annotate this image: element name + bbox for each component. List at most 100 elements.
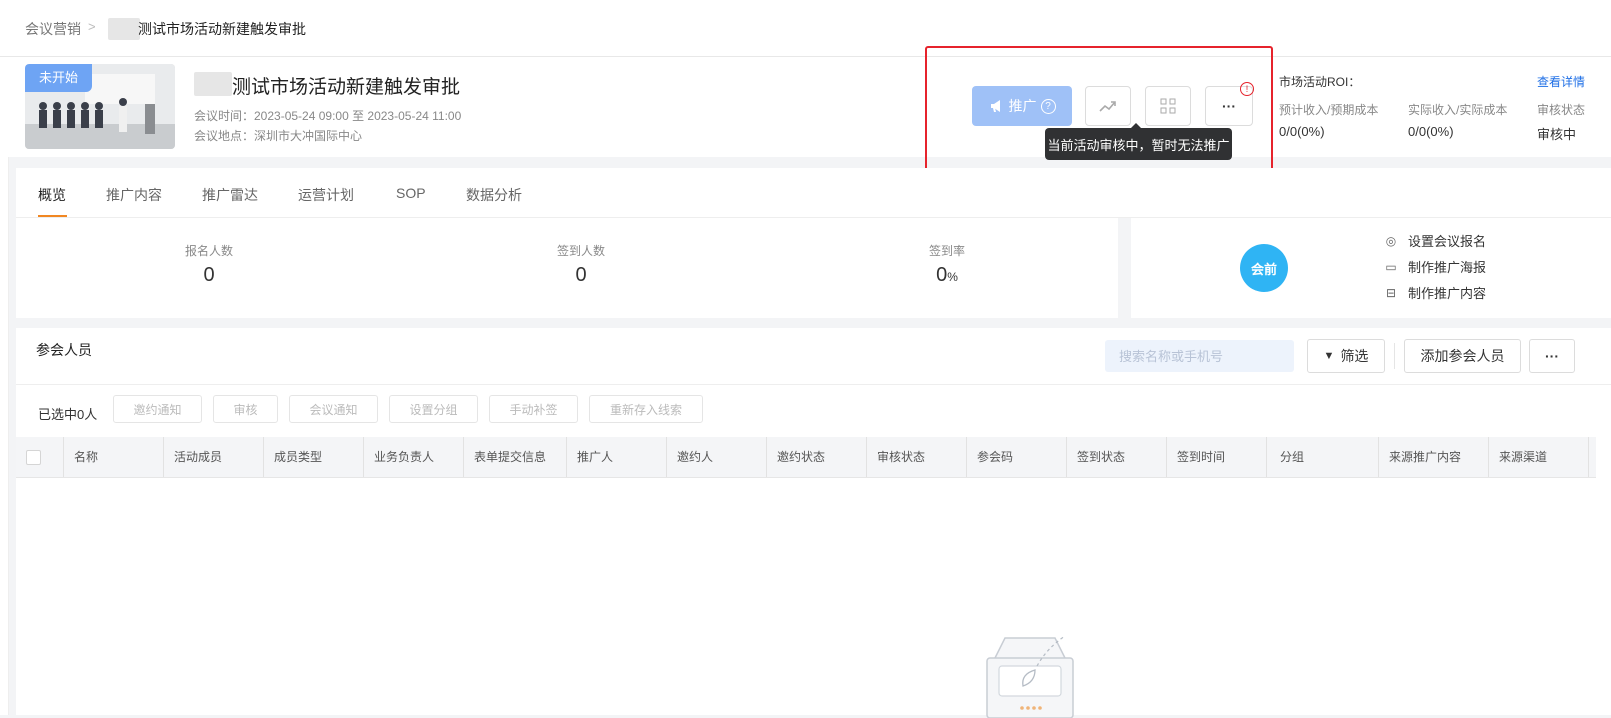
col-audit-status[interactable]: 审核状态 <box>877 448 925 465</box>
column-divider <box>1166 437 1167 477</box>
col-invite-status[interactable]: 邀约状态 <box>777 448 825 465</box>
roi-label-expected: 预计收入/预期成本 <box>1279 103 1379 117</box>
resave-leads-button[interactable]: 重新存入线索 <box>589 395 703 423</box>
gear-icon: ◎ <box>1385 233 1397 248</box>
participants-panel <box>16 328 1611 715</box>
meeting-notice-button[interactable]: 会议通知 <box>289 395 378 423</box>
event-title: 测试市场活动新建触发审批 <box>232 77 461 98</box>
col-owner[interactable]: 业务负责人 <box>374 448 434 465</box>
filter-label: 筛选 <box>1340 348 1369 364</box>
invite-notice-button[interactable]: 邀约通知 <box>113 395 202 423</box>
section-divider <box>16 384 1611 385</box>
inbox-icon: ⊟ <box>1385 285 1397 300</box>
col-source-channel[interactable]: 来源渠道 <box>1499 448 1547 465</box>
event-cover-image: 未开始 <box>25 64 175 149</box>
qrcode-icon <box>1160 98 1176 114</box>
stat-rate-number: 0 <box>936 264 948 286</box>
filter-icon: ▼ <box>1323 350 1335 362</box>
select-all-checkbox[interactable] <box>26 450 41 465</box>
image-icon: ▭ <box>1385 259 1397 274</box>
megaphone-icon <box>990 100 1000 112</box>
alert-icon: ! <box>1240 82 1254 96</box>
column-divider <box>63 437 64 477</box>
roi-value-audit: 审核中 <box>1537 127 1577 142</box>
make-content-label: 制作推广内容 <box>1408 286 1487 301</box>
participants-more-button[interactable]: ··· <box>1529 339 1575 373</box>
setup-registration-label: 设置会议报名 <box>1408 234 1487 249</box>
col-group[interactable]: 分组 <box>1280 448 1304 465</box>
empty-box-icon <box>986 635 1074 718</box>
tab-ops-plan[interactable]: 运营计划 <box>298 185 354 205</box>
manual-checkin-button[interactable]: 手动补签 <box>489 395 578 423</box>
col-promoter[interactable]: 推广人 <box>577 448 613 465</box>
add-participant-button[interactable]: 添加参会人员 <box>1404 339 1521 373</box>
phase-circle: 会前 <box>1240 244 1288 292</box>
col-activity-member[interactable]: 活动成员 <box>174 448 222 465</box>
col-attend-code[interactable]: 参会码 <box>977 448 1013 465</box>
toolbar-divider <box>1394 343 1395 369</box>
col-member-type[interactable]: 成员类型 <box>274 448 322 465</box>
column-divider <box>1588 437 1589 477</box>
roi-title: 市场活动ROI： <box>1279 75 1361 89</box>
make-poster-item[interactable]: ▭ 制作推广海报 <box>1384 257 1486 276</box>
promote-button-label: 推广 <box>1008 98 1037 114</box>
column-divider <box>1378 437 1379 477</box>
chevron-right-icon: > <box>88 19 96 34</box>
column-divider <box>966 437 967 477</box>
column-divider <box>1266 437 1267 477</box>
col-inviter[interactable]: 邀约人 <box>677 448 713 465</box>
col-source-content[interactable]: 来源推广内容 <box>1389 448 1461 465</box>
set-group-button[interactable]: 设置分组 <box>389 395 478 423</box>
col-checkin-status[interactable]: 签到状态 <box>1077 448 1125 465</box>
column-divider <box>566 437 567 477</box>
event-time: 会议时间：2023-05-24 09:00 至 2023-05-24 11:00 <box>194 109 462 123</box>
setup-registration-item[interactable]: ◎ 设置会议报名 <box>1384 231 1486 250</box>
stat-label-registered: 报名人数 <box>184 244 233 258</box>
stat-label-rate: 签到率 <box>928 244 965 258</box>
tab-overview[interactable]: 概览 <box>38 185 66 205</box>
participants-title: 参会人员 <box>36 342 92 358</box>
filter-button[interactable]: ▼ 筛选 <box>1307 339 1385 373</box>
breadcrumb-root[interactable]: 会议营销 <box>25 19 81 39</box>
redacted-block <box>108 18 140 40</box>
column-divider <box>1066 437 1067 477</box>
table-right-edge <box>1596 437 1611 715</box>
roi-label-audit: 审核状态 <box>1537 103 1586 117</box>
breadcrumb-current: 测试市场活动新建触发审批 <box>138 21 306 37</box>
column-divider <box>666 437 667 477</box>
tab-sop[interactable]: SOP <box>396 185 426 201</box>
tab-data-analysis[interactable]: 数据分析 <box>466 185 522 205</box>
col-form-info[interactable]: 表单提交信息 <box>474 448 546 465</box>
audit-button[interactable]: 审核 <box>213 395 278 423</box>
help-icon[interactable]: ? <box>1040 98 1056 114</box>
col-name[interactable]: 名称 <box>74 448 98 465</box>
view-details-link[interactable]: 查看详情 <box>1537 73 1585 90</box>
phase-panel <box>1131 218 1611 318</box>
column-divider <box>866 437 867 477</box>
column-divider <box>1488 437 1489 477</box>
stat-value-checked-in: 0 <box>575 264 587 286</box>
analytics-button[interactable] <box>1085 86 1131 126</box>
tab-promo-radar[interactable]: 推广雷达 <box>202 185 258 205</box>
column-divider <box>766 437 767 477</box>
make-content-item[interactable]: ⊟ 制作推广内容 <box>1384 283 1486 302</box>
make-poster-label: 制作推广海报 <box>1408 260 1487 275</box>
column-divider <box>163 437 164 477</box>
event-location: 会议地点：深圳市大冲国际中心 <box>194 129 363 143</box>
search-input[interactable] <box>1105 340 1294 372</box>
column-divider <box>263 437 264 477</box>
status-badge: 未开始 <box>25 64 92 92</box>
roi-value-expected: 0/0(0%) <box>1279 124 1325 139</box>
promote-button[interactable]: 推广 ? <box>972 86 1072 126</box>
roi-value-actual: 0/0(0%) <box>1408 124 1454 139</box>
redacted-block <box>194 72 232 96</box>
stat-value-registered: 0 <box>203 264 215 286</box>
roi-label-actual: 实际收入/实际成本 <box>1408 103 1508 117</box>
column-divider <box>363 437 364 477</box>
tab-promo-content[interactable]: 推广内容 <box>106 185 162 205</box>
active-tab-indicator <box>38 215 67 217</box>
stat-label-checked-in: 签到人数 <box>556 244 605 258</box>
qrcode-button[interactable] <box>1145 86 1191 126</box>
col-checkin-time[interactable]: 签到时间 <box>1177 448 1225 465</box>
stat-value-rate: 0% <box>887 264 1007 287</box>
